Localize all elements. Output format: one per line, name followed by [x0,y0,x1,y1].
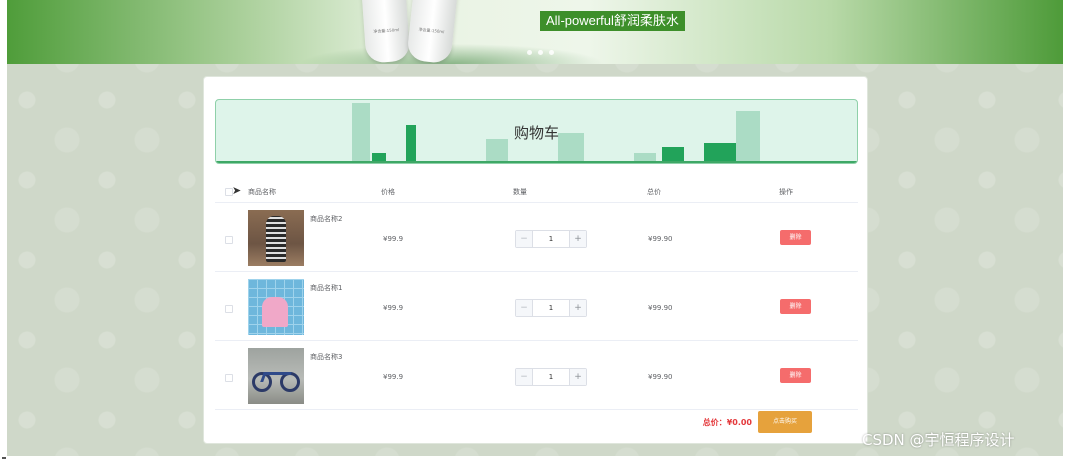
quantity-input[interactable]: 1 [534,300,568,316]
row-checkbox[interactable] [225,236,233,244]
product-image[interactable] [248,279,304,335]
quantity-stepper[interactable]: − 1 + [515,230,587,248]
carousel-dot[interactable] [538,50,543,55]
row-checkbox[interactable] [225,305,233,313]
quantity-stepper[interactable]: − 1 + [515,299,587,317]
bottle-label: 净含量:150ml [418,26,445,35]
table-row: 商品名称3 ¥99.9 − 1 + ¥99.90 删除 [215,341,858,410]
increase-button[interactable]: + [569,369,586,385]
quantity-input[interactable]: 1 [534,231,568,247]
quantity-input[interactable]: 1 [534,369,568,385]
row-total: ¥99.90 [648,235,673,243]
column-header-price: 价格 [381,188,395,196]
decrease-button[interactable]: − [516,231,533,247]
cart-total-label: 总价： [702,418,727,427]
bottle-label: 净含量:150ml [373,27,400,34]
table-row: 商品名称2 ¥99.9 − 1 + ¥99.90 删除 [215,203,858,272]
product-name[interactable]: 商品名称3 [310,352,342,362]
table-header: 商品名称 价格 数量 总价 操作 [215,180,858,203]
toy-figure [262,297,288,327]
decrease-button[interactable]: − [516,300,533,316]
page-title: 购物车 [513,124,559,142]
skyline-building [634,153,656,161]
carousel-dot[interactable] [527,50,532,55]
banner: 净含量:150ml 净含量:150ml All-powerful舒润柔肤水 [7,0,1063,64]
mouse-cursor-icon: ➤ [232,184,242,197]
product-price: ¥99.9 [383,373,404,381]
product-name[interactable]: 商品名称1 [310,283,342,293]
product-bottle-image: 净含量:150ml [361,0,411,64]
increase-button[interactable]: + [569,231,586,247]
bottom-strip [0,456,1068,460]
column-header-name: 商品名称 [248,188,276,196]
cart-total-value: ¥0.00 [726,418,752,427]
skyline-building [662,147,684,161]
cart-title-banner: 购物车 [215,99,858,164]
cart-card: 购物车 商品名称 价格 数量 总价 操作 商品名称2 ¥99.9 − 1 + ¥… [203,76,868,444]
column-header-quantity: 数量 [513,188,527,196]
delete-button[interactable]: 删除 [780,230,811,245]
carousel-dot[interactable] [549,50,554,55]
increase-button[interactable]: + [569,300,586,316]
dress-figure [266,216,286,262]
row-total: ¥99.90 [648,373,673,381]
row-checkbox[interactable] [225,374,233,382]
corner-mark [2,457,6,459]
banner-slogan: All-powerful舒润柔肤水 [540,11,685,31]
carousel-dots[interactable] [527,50,554,55]
delete-button[interactable]: 删除 [780,368,811,383]
buy-button[interactable]: 点击购买 [758,411,812,433]
cart-footer: 总价：¥0.00 点击购买 [215,410,858,436]
skyline-building [372,153,386,161]
watermark: CSDN @宇恒程序设计 [862,431,1015,449]
cart-total: 总价：¥0.00 [703,417,752,428]
title-underline [216,161,857,163]
product-image[interactable] [248,348,304,404]
product-price: ¥99.9 [383,304,404,312]
product-image[interactable] [248,210,304,266]
column-header-actions: 操作 [779,188,793,196]
bicycle-frame [260,372,292,382]
product-name[interactable]: 商品名称2 [310,214,342,224]
product-price: ¥99.9 [383,235,404,243]
table-row: 商品名称1 ¥99.9 − 1 + ¥99.90 删除 [215,272,858,341]
row-total: ¥99.90 [648,304,673,312]
decrease-button[interactable]: − [516,369,533,385]
delete-button[interactable]: 删除 [780,299,811,314]
quantity-stepper[interactable]: − 1 + [515,368,587,386]
column-header-total: 总价 [647,188,661,196]
